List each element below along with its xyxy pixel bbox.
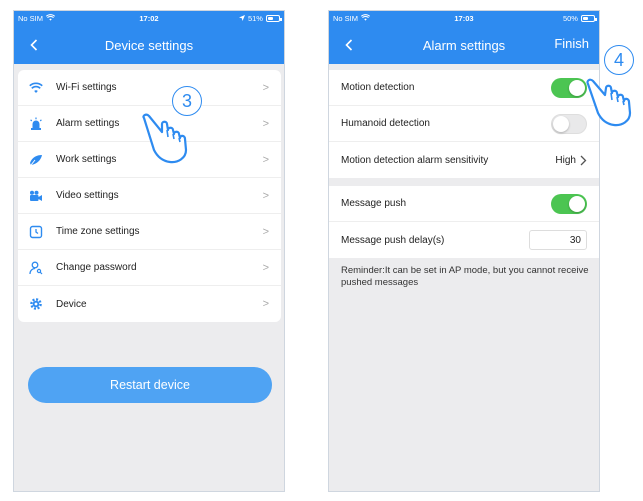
push-delay-row: Message push delay(s) (329, 222, 599, 258)
chevron-right-icon (580, 155, 587, 165)
toggle-knob (553, 115, 569, 132)
chevron-right-icon: > (262, 81, 269, 94)
menu-item-label: Time zone settings (56, 226, 140, 237)
push-delay-label: Message push delay(s) (341, 234, 445, 246)
menu-item-change-password[interactable]: Change password > (18, 250, 281, 286)
menu-item-video-settings[interactable]: Video settings > (18, 178, 281, 214)
message-push-toggle[interactable] (551, 193, 587, 214)
chevron-left-icon (30, 39, 38, 51)
humanoid-detection-label: Humanoid detection (341, 118, 430, 129)
push-delay-input[interactable] (529, 230, 587, 250)
clock-icon (28, 224, 44, 240)
push-settings-group: Message push Message push delay(s) (329, 186, 599, 258)
chevron-right-icon: > (262, 117, 269, 130)
wifi-signal-icon (360, 14, 371, 23)
pointing-hand-icon (586, 78, 632, 127)
menu-item-label: Wi-Fi settings (56, 82, 117, 93)
menu-item-time-zone-settings[interactable]: Time zone settings > (18, 214, 281, 250)
detection-settings-group: Motion detection Humanoid detection Moti… (329, 70, 599, 178)
pointing-hand-icon (142, 113, 188, 164)
status-time: 17:03 (454, 14, 474, 23)
humanoid-detection-row: Humanoid detection (329, 106, 599, 142)
battery-icon (265, 15, 282, 22)
location-arrow-icon (238, 14, 245, 23)
chevron-right-icon: > (262, 225, 269, 238)
sensitivity-label: Motion detection alarm sensitivity (341, 154, 489, 166)
toggle-knob (569, 79, 585, 96)
humanoid-detection-toggle[interactable] (551, 113, 587, 134)
message-push-row: Message push (329, 186, 599, 222)
sensitivity-value: High (555, 154, 576, 166)
work-icon (28, 152, 44, 168)
battery-percent: 51% (247, 14, 263, 23)
chevron-right-icon: > (262, 261, 269, 274)
back-button[interactable] (24, 35, 44, 55)
step-4-badge: 4 (604, 45, 634, 75)
chevron-left-icon (345, 39, 353, 51)
back-button[interactable] (339, 35, 359, 55)
page-title: Device settings (104, 37, 194, 53)
nav-bar: Alarm settings Finish (329, 26, 599, 64)
alarm-settings-screen: No SIM 17:03 50% Alarm settings Finish M… (328, 10, 600, 492)
finish-button[interactable]: Finish (554, 36, 589, 51)
video-camera-icon (28, 188, 44, 204)
battery-percent: 50% (562, 14, 578, 23)
message-push-label: Message push (341, 198, 407, 209)
page-title: Alarm settings (422, 37, 506, 53)
restart-device-button[interactable]: Restart device (28, 367, 272, 403)
menu-item-device[interactable]: Device > (18, 286, 281, 322)
status-time: 17:02 (139, 14, 159, 23)
sensitivity-row[interactable]: Motion detection alarm sensitivity High (329, 142, 599, 178)
toggle-knob (569, 195, 585, 212)
gear-icon (28, 296, 44, 312)
motion-detection-row: Motion detection (329, 70, 599, 106)
menu-item-wifi-settings[interactable]: Wi-Fi settings > (18, 70, 281, 106)
motion-detection-label: Motion detection (341, 82, 415, 93)
reminder-text: Reminder:It can be set in AP mode, but y… (341, 265, 589, 288)
motion-detection-toggle[interactable] (551, 77, 587, 98)
status-bar: No SIM 17:02 51% (14, 11, 284, 26)
chevron-right-icon: > (262, 153, 269, 166)
battery-icon (580, 15, 597, 22)
nav-bar: Device settings (14, 26, 284, 64)
alarm-light-icon (28, 116, 44, 132)
wifi-signal-icon (45, 14, 56, 23)
chevron-right-icon: > (262, 189, 269, 202)
settings-menu: Wi-Fi settings > Alarm settings > Work s… (18, 70, 281, 322)
device-settings-screen: No SIM 17:02 51% Device settings Wi-Fi s… (13, 10, 285, 492)
user-key-icon (28, 260, 44, 276)
status-bar: No SIM 17:03 50% (329, 11, 599, 26)
chevron-right-icon: > (262, 298, 269, 310)
menu-item-label: Video settings (56, 190, 119, 201)
menu-item-label: Change password (56, 262, 137, 273)
menu-item-label: Device (56, 298, 87, 310)
carrier-label: No SIM (18, 14, 44, 23)
wifi-icon (28, 80, 44, 96)
carrier-label: No SIM (333, 14, 359, 23)
